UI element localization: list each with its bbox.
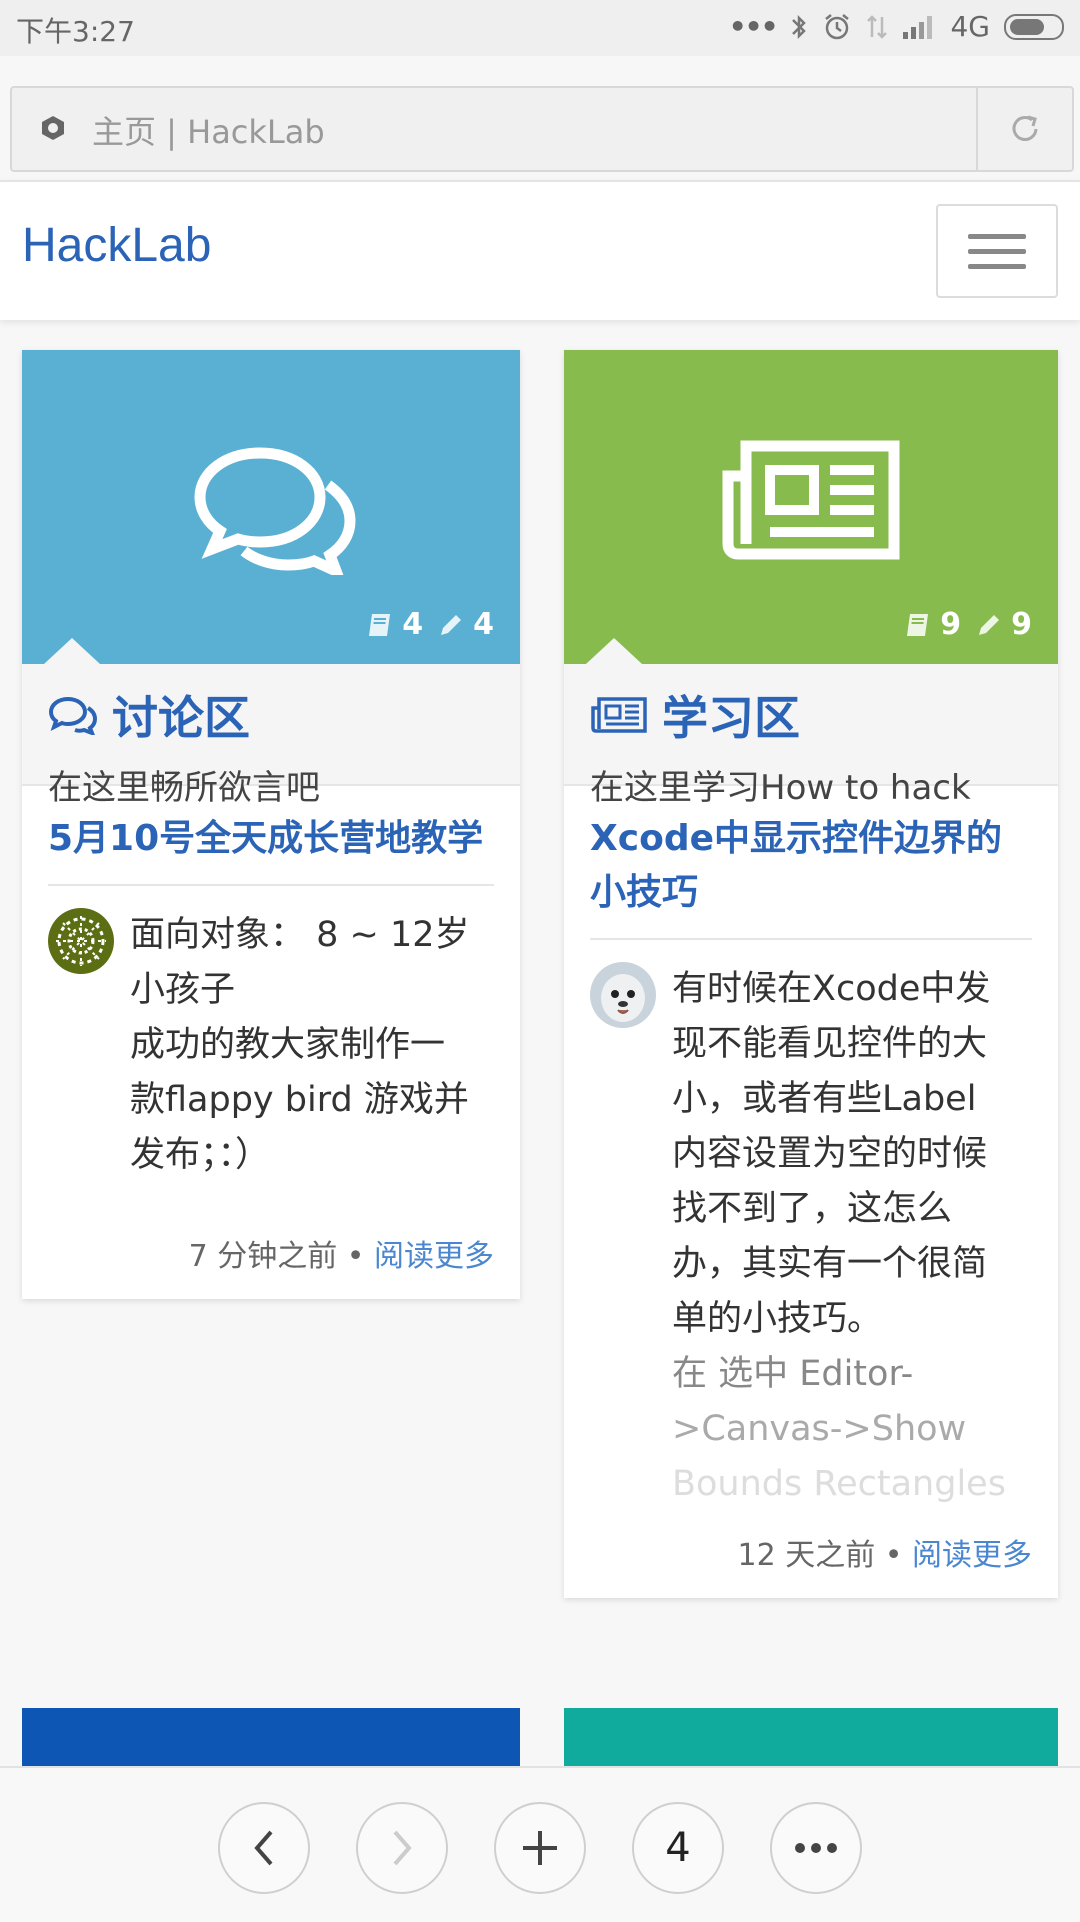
browser-toolbar: 4 — [0, 1766, 1080, 1922]
excerpt-line: 有时候在Xcode中发 — [672, 969, 991, 1009]
post-title-link[interactable]: 5月10号全天成长营地教学 — [48, 812, 494, 886]
read-more-link[interactable]: 阅读更多 — [912, 1538, 1032, 1573]
menu-button[interactable] — [770, 1802, 862, 1894]
address-bar[interactable]: 主页 | HackLab — [10, 86, 1074, 172]
excerpt-line: 小，或者有些Label — [672, 1079, 977, 1119]
post-timestamp: 7 分钟之前 — [188, 1239, 338, 1274]
tab-count-button[interactable]: 4 — [632, 1802, 724, 1894]
excerpt-line: 单的小技巧。 — [672, 1299, 883, 1339]
topic-count: 4 — [402, 607, 424, 642]
post-excerpt: 有时候在Xcode中发 现不能看见控件的大 小，或者有些Label 内容设置为空… — [672, 962, 1006, 1512]
latest-post: Xcode中显示控件边界的小技巧 有时候在Xcode中发 现不能看见控件的大 小… — [564, 786, 1058, 1598]
avatar-pattern — [48, 908, 114, 974]
chevron-left-icon — [254, 1830, 273, 1866]
pencil-icon — [441, 614, 462, 635]
post-footer: 12 天之前 • 阅读更多 — [590, 1512, 1032, 1598]
more-dots-icon: ••• — [728, 10, 779, 43]
category-name[interactable]: 学习区 — [590, 682, 1032, 748]
bluetooth-icon — [792, 14, 807, 39]
category-card-peek-right[interactable] — [564, 1708, 1058, 1766]
post-excerpt: 面向对象： 8 ~ 12岁 小孩子 成功的教大家制作一 款flappy bird… — [130, 908, 470, 1183]
status-icons: ••• 4G — [729, 10, 1064, 43]
category-card-peek-left[interactable] — [22, 1708, 520, 1766]
category-name[interactable]: 讨论区 — [48, 682, 494, 748]
forward-button[interactable] — [356, 1802, 448, 1894]
category-hero[interactable]: 4 4 — [22, 350, 520, 664]
page-title-in-address-bar[interactable]: 主页 | HackLab — [92, 107, 325, 153]
excerpt-line: 成功的教大家制作一 — [130, 1025, 446, 1065]
hamburger-line — [968, 249, 1026, 254]
battery-icon — [1004, 13, 1064, 40]
hamburger-line — [968, 264, 1026, 269]
excerpt-line-faded: 在 选中 Editor- — [672, 1354, 914, 1394]
more-dots-icon — [795, 1843, 837, 1853]
site-navbar: HackLab — [0, 180, 1080, 320]
pencil-icon — [979, 614, 1000, 635]
separator: • — [346, 1239, 365, 1274]
excerpt-line: 内容设置为空的时候 — [672, 1134, 988, 1174]
newspaper-small-icon — [591, 697, 647, 733]
category-header: 讨论区 在这里畅所欲言吧 — [22, 664, 520, 808]
post-title-link[interactable]: Xcode中显示控件边界的小技巧 — [590, 812, 1032, 940]
post-preview: 面向对象： 8 ~ 12岁 小孩子 成功的教大家制作一 款flappy bird… — [48, 908, 494, 1183]
post-timestamp: 12 天之前 — [737, 1538, 876, 1573]
newspaper-icon — [722, 440, 900, 560]
comments-icon — [48, 696, 98, 735]
category-name-text: 讨论区 — [112, 691, 250, 745]
book-icon — [369, 613, 391, 636]
hamburger-icon — [968, 234, 1026, 239]
hero-notch — [586, 638, 642, 664]
excerpt-line-faded: >Canvas->Show — [672, 1409, 967, 1449]
category-description: 在这里学习How to hack — [590, 768, 971, 808]
separator: • — [884, 1538, 903, 1573]
excerpt-line: 找不到了，这怎么 — [672, 1189, 953, 1229]
reload-button[interactable] — [976, 88, 1072, 170]
reload-icon — [1012, 115, 1038, 141]
data-arrows-icon — [867, 14, 888, 39]
read-more-link[interactable]: 阅读更多 — [374, 1239, 494, 1274]
post-count: 4 — [473, 607, 494, 642]
back-button[interactable] — [218, 1802, 310, 1894]
status-bar: 下午3:27 ••• 4G — [0, 0, 1080, 56]
seal-avatar-image — [590, 962, 656, 1028]
hero-notch — [44, 638, 100, 664]
plus-icon — [523, 1831, 557, 1865]
category-hero[interactable]: 9 9 — [564, 350, 1058, 664]
category-card-learning: 9 9 学习区 在这里学习How to hack Xcode中显示控件边界的小技… — [564, 350, 1058, 1598]
excerpt-line: 办，其实有一个很简 — [672, 1244, 988, 1284]
chevron-right-icon — [393, 1830, 412, 1866]
alarm-icon — [825, 13, 850, 39]
excerpt-line: 款flappy bird 游戏并 — [130, 1080, 469, 1120]
post-preview: 有时候在Xcode中发 现不能看见控件的大 小，或者有些Label 内容设置为空… — [590, 962, 1032, 1512]
excerpt-line: 发布；：） — [130, 1135, 271, 1175]
category-stats: 4 4 — [366, 607, 494, 642]
nav-menu-toggle[interactable] — [936, 204, 1058, 298]
new-tab-button[interactable] — [494, 1802, 586, 1894]
category-header: 学习区 在这里学习How to hack — [564, 664, 1058, 808]
hexagon-icon — [42, 116, 64, 140]
excerpt-line: 面向对象： 8 ~ 12岁 — [130, 915, 470, 955]
network-label: 4G — [950, 10, 990, 43]
category-name-text: 学习区 — [662, 691, 800, 745]
excerpt-line: 小孩子 — [130, 970, 236, 1010]
topic-count: 9 — [940, 607, 962, 642]
post-count: 9 — [1011, 607, 1032, 642]
chat-bubbles-icon — [194, 447, 356, 575]
latest-post: 5月10号全天成长营地教学 面向对象： 8 ~ 12岁 小孩子 成功的教大家制作… — [22, 786, 520, 1299]
signal-icon — [903, 15, 933, 39]
book-icon — [907, 613, 929, 636]
excerpt-line: 现不能看见控件的大 — [672, 1024, 988, 1064]
status-time: 下午3:27 — [16, 15, 135, 48]
category-card-discussion: 4 4 讨论区 在这里畅所欲言吧 5月10号全天成长营地教学 面向对象： 8 ~… — [22, 350, 520, 1299]
category-stats: 9 9 — [904, 607, 1032, 642]
avatar[interactable] — [48, 908, 114, 974]
avatar[interactable] — [590, 962, 656, 1028]
site-brand[interactable]: HackLab — [22, 218, 211, 273]
excerpt-line-faded: Bounds Rectangles — [672, 1464, 1006, 1504]
post-footer: 7 分钟之前 • 阅读更多 — [48, 1183, 494, 1299]
